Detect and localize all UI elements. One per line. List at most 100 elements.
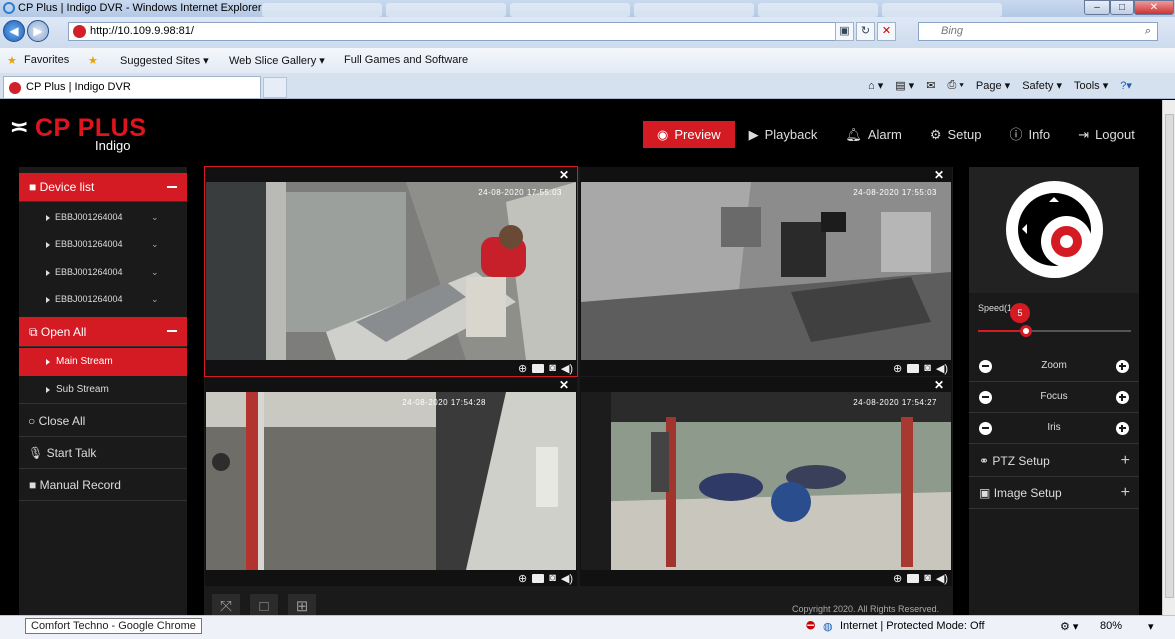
single-layout-icon[interactable]: □ — [250, 594, 278, 615]
home-icon[interactable]: ⌂ ▾ — [868, 79, 883, 92]
search-input[interactable]: Bing ⌕ — [918, 22, 1158, 41]
close-video-icon[interactable]: ✕ — [559, 378, 569, 392]
chevron-down-icon[interactable]: ⌄ — [151, 231, 159, 258]
nav-playback[interactable]: ▶ Playback — [735, 121, 832, 148]
zoom-level[interactable]: 80% — [1100, 620, 1122, 632]
zoom-dropdown-icon[interactable]: ▾ — [1148, 620, 1154, 633]
audio-icon[interactable]: ◀) — [936, 362, 948, 375]
chevron-down-icon[interactable]: ⌄ — [151, 286, 159, 313]
close-window-button[interactable]: ✕ — [1134, 0, 1174, 15]
back-button[interactable]: ◀ — [3, 20, 25, 42]
nav-logout[interactable]: ⇥ Logout — [1064, 121, 1149, 148]
forward-button[interactable]: ▶ — [27, 20, 49, 42]
tools-menu[interactable]: Tools ▾ — [1074, 79, 1108, 92]
nav-preview-label: Preview — [674, 127, 721, 142]
image-setup-section[interactable]: ▣ Image Setup + — [969, 477, 1139, 509]
record-camera-icon: ■ — [29, 478, 37, 492]
device-item[interactable]: EBBJ001264004 ⌄ — [19, 204, 187, 231]
zoom-icon[interactable]: ⊕ — [518, 362, 527, 375]
feeds-icon[interactable]: ▤ ▾ — [895, 79, 914, 92]
page-scrollbar[interactable] — [1162, 100, 1175, 615]
page-menu[interactable]: Page ▾ — [976, 79, 1010, 92]
video-cell-1[interactable]: ✕ 24-08-2020 17:55:03 ⊕ ◙ ◀) — [204, 166, 578, 377]
command-bar: ⌂ ▾ ▤ ▾ ✉ ⎙ ▾ Page ▾ Safety ▾ Tools ▾ ?▾ — [868, 79, 1132, 92]
zoom-icon[interactable]: ⊕ — [893, 362, 902, 375]
video-cell-4[interactable]: ✕ 24-08-2020 17:54:27 ⊕ ◙ ◀) — [580, 377, 952, 586]
quad-layout-icon[interactable]: ⊞ — [288, 594, 316, 615]
nav-preview[interactable]: ◉ Preview — [643, 121, 735, 148]
fav-full-games[interactable]: Full Games and Software — [344, 54, 468, 66]
close-video-icon[interactable]: ✕ — [559, 168, 569, 182]
device-name: EBBJ001264004 — [55, 267, 123, 277]
expand-plus-icon[interactable]: + — [1121, 445, 1130, 477]
dvr-page: ≍ CP PLUS Indigo ◉ Preview ▶ Playback 🔔︎… — [0, 100, 1162, 615]
address-input[interactable]: http://10.109.9.98:81/ — [68, 22, 853, 41]
snapshot-icon[interactable]: ◙ — [924, 362, 931, 374]
record-icon[interactable] — [532, 363, 545, 373]
iris-plus-button[interactable] — [1116, 422, 1129, 435]
start-talk-item[interactable]: 🎙︎ Start Talk — [19, 437, 187, 469]
open-all-header[interactable]: ⧉ Open All — [19, 317, 187, 347]
minimize-button[interactable]: – — [1084, 0, 1110, 15]
help-icon[interactable]: ?▾ — [1120, 79, 1132, 92]
nav-setup[interactable]: ⚙ Setup — [916, 121, 996, 148]
manual-record-item[interactable]: ■ Manual Record — [19, 469, 187, 501]
new-tab-button[interactable] — [263, 77, 287, 98]
chevron-down-icon[interactable]: ⌄ — [151, 259, 159, 286]
print-icon[interactable]: ⎙ ▾ — [947, 79, 963, 92]
ptz-center-button[interactable] — [1041, 216, 1092, 267]
safety-menu[interactable]: Safety ▾ — [1022, 79, 1062, 92]
collapse-icon[interactable] — [167, 330, 177, 332]
chevron-down-icon[interactable]: ⌄ — [151, 204, 159, 231]
collapse-icon[interactable] — [167, 186, 177, 188]
arrow-left-icon[interactable] — [1017, 224, 1027, 234]
arrow-up-icon[interactable] — [1049, 192, 1059, 202]
expand-plus-icon[interactable]: + — [1121, 477, 1130, 509]
nav-info[interactable]: ⓘ Info — [995, 121, 1064, 148]
stop-icon[interactable]: ✕ — [877, 22, 896, 41]
record-icon[interactable] — [532, 573, 545, 583]
snapshot-icon[interactable]: ◙ — [549, 362, 556, 374]
record-icon[interactable] — [907, 573, 920, 583]
audio-icon[interactable]: ◀) — [936, 572, 948, 585]
browser-tab-current[interactable]: CP Plus | Indigo DVR — [3, 76, 261, 98]
video-cell-3[interactable]: ✕ 24-08-2020 17:54:28 ⊕ ◙ ◀) — [205, 377, 577, 586]
close-video-icon[interactable]: ✕ — [934, 168, 944, 182]
ptz-direction-pad[interactable] — [1006, 181, 1103, 278]
fav-web-slice-gallery[interactable]: Web Slice Gallery ▾ — [229, 54, 325, 67]
audio-icon[interactable]: ◀) — [561, 362, 573, 375]
focus-plus-button[interactable] — [1116, 391, 1129, 404]
scrollbar-thumb[interactable] — [1165, 114, 1174, 598]
close-video-icon[interactable]: ✕ — [934, 378, 944, 392]
maximize-button[interactable]: □ — [1110, 0, 1134, 15]
zoom-icon[interactable]: ⊕ — [893, 572, 902, 585]
ptz-setup-section[interactable]: ⚭ PTZ Setup + — [969, 445, 1139, 477]
audio-icon[interactable]: ◀) — [561, 572, 573, 585]
tab-site-icon — [9, 82, 21, 94]
device-item[interactable]: EBBJ001264004 ⌄ — [19, 286, 187, 313]
caret-right-icon — [46, 270, 50, 276]
zoom-icon[interactable]: ⊕ — [518, 572, 527, 585]
fav-suggested-sites[interactable]: Suggested Sites ▾ — [120, 54, 209, 67]
main-stream-item[interactable]: Main Stream — [19, 348, 187, 376]
favorites-button[interactable]: Favorites — [24, 54, 69, 66]
mail-icon[interactable]: ✉ — [926, 79, 935, 92]
nav-alarm[interactable]: 🔔︎ Alarm — [831, 121, 915, 148]
add-favorites-icon[interactable]: ★ — [88, 54, 98, 67]
security-settings-icon[interactable]: ⚙ ▾ — [1060, 620, 1078, 633]
snapshot-icon[interactable]: ◙ — [549, 572, 556, 584]
zoom-in-button[interactable] — [1116, 360, 1129, 373]
fullscreen-icon[interactable]: ⤧ — [212, 594, 240, 615]
video-cell-2[interactable]: ✕ 24-08-2020 17:55:03 ⊕ ◙ ◀) — [580, 167, 952, 376]
search-icon[interactable]: ⌕ — [1145, 23, 1151, 40]
device-item[interactable]: EBBJ001264004 ⌄ — [19, 231, 187, 258]
refresh-icon[interactable]: ↻ — [856, 22, 875, 41]
record-icon[interactable] — [907, 363, 920, 373]
close-all-item[interactable]: ○ Close All — [19, 405, 187, 437]
speed-slider-handle[interactable] — [1020, 325, 1032, 337]
device-item[interactable]: EBBJ001264004 ⌄ — [19, 259, 187, 286]
device-list-header[interactable]: ■ Device list — [19, 173, 187, 202]
snapshot-icon[interactable]: ◙ — [924, 572, 931, 584]
sub-stream-item[interactable]: Sub Stream — [19, 376, 187, 404]
compat-view-icon[interactable]: ▣ — [835, 22, 854, 41]
